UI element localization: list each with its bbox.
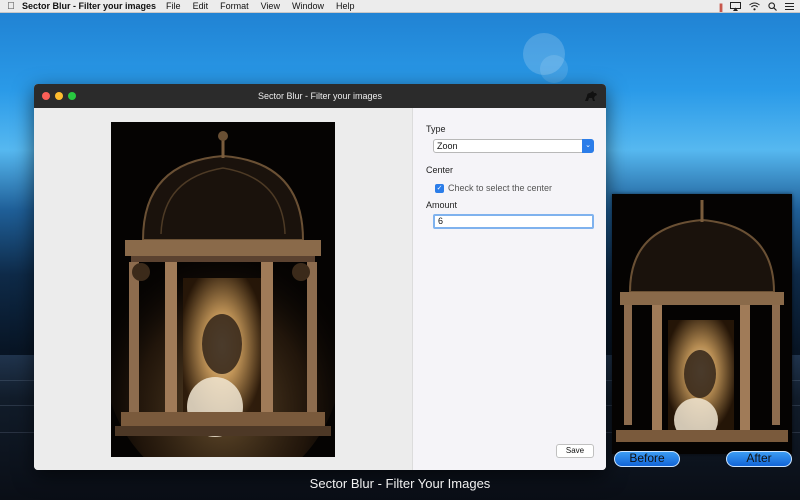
amount-input[interactable]: 6 — [433, 214, 594, 229]
apple-icon[interactable]:  — [0, 1, 22, 12]
before-button[interactable]: Before — [614, 451, 680, 467]
menu-app-name[interactable]: Sector Blur - Filter your images — [22, 1, 156, 11]
status-tray: || — [719, 0, 794, 13]
search-icon[interactable] — [768, 2, 777, 11]
type-select[interactable]: Zoon ⌄ — [433, 139, 594, 153]
type-label: Type — [426, 124, 446, 134]
promo-caption: Sector Blur - Filter Your Images — [309, 476, 491, 491]
recording-icon[interactable]: || — [719, 2, 723, 12]
menu-format[interactable]: Format — [220, 1, 249, 11]
chevron-down-icon[interactable]: ⌄ — [582, 139, 594, 153]
center-label: Center — [426, 165, 454, 175]
menu-view[interactable]: View — [261, 1, 280, 11]
menu-help[interactable]: Help — [336, 1, 355, 11]
image-preview-pane — [34, 108, 412, 470]
airplay-icon[interactable] — [730, 2, 741, 11]
horse-icon — [585, 91, 597, 101]
menu-edit[interactable]: Edit — [193, 1, 209, 11]
center-checkbox-row[interactable]: ✓ Check to select the center — [435, 183, 552, 193]
zoom-button[interactable] — [68, 92, 76, 100]
save-button[interactable]: Save — [556, 444, 594, 458]
settings-panel: Type Zoon ⌄ Center ✓ Check to select the… — [412, 108, 606, 470]
after-button[interactable]: After — [726, 451, 792, 467]
center-checkbox[interactable]: ✓ — [435, 183, 444, 193]
menu-file[interactable]: File — [166, 1, 181, 11]
window-controls — [42, 92, 76, 100]
menu-bar:  Sector Blur - Filter your images File … — [0, 0, 800, 13]
center-checkbox-label[interactable]: Check to select the center — [448, 183, 552, 193]
preview-image — [111, 122, 335, 457]
menu-window[interactable]: Window — [292, 1, 324, 11]
close-button[interactable] — [42, 92, 50, 100]
window-titlebar[interactable]: Sector Blur - Filter your images — [34, 84, 606, 108]
app-window: Sector Blur - Filter your images Type Zo… — [34, 84, 606, 470]
light-flare — [540, 55, 568, 83]
window-title: Sector Blur - Filter your images — [257, 91, 383, 101]
minimize-button[interactable] — [55, 92, 63, 100]
type-select-value: Zoon — [437, 141, 458, 151]
amount-label: Amount — [426, 200, 458, 210]
list-icon[interactable] — [785, 2, 794, 11]
before-after-thumbnail — [612, 194, 792, 454]
wifi-icon[interactable] — [749, 2, 760, 11]
